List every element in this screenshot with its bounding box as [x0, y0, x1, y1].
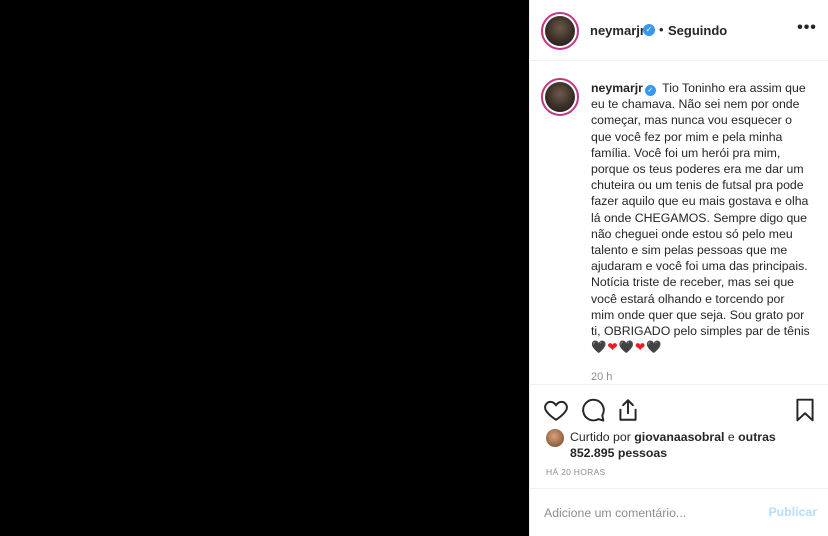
post-caption: neymarjr ✓ Tio Toninho era assim que eu t…: [591, 80, 811, 355]
liker-avatar[interactable]: [546, 429, 564, 447]
post-header: neymarjr ✓ • Seguindo •••: [530, 0, 828, 61]
black-heart-icon: 🖤: [591, 340, 608, 355]
caption-avatar[interactable]: [545, 82, 575, 112]
post-actions: Curtido por giovanaasobral e outras 852.…: [530, 384, 828, 488]
heart-like-icon[interactable]: [543, 397, 569, 423]
black-heart-icon: 🖤: [646, 340, 663, 355]
caption-text: Tio Toninho era assim que eu te chamava.…: [591, 81, 810, 339]
comment-bubble-icon[interactable]: [580, 397, 606, 423]
share-icon[interactable]: [615, 397, 641, 423]
likes-text: Curtido por giovanaasobral e outras 852.…: [570, 429, 810, 461]
red-heart-icon: ❤: [634, 340, 647, 355]
more-options-icon[interactable]: •••: [795, 18, 819, 42]
comments-area[interactable]: neymarjr ✓ Tio Toninho era assim que eu t…: [530, 62, 828, 384]
post-sidebar: neymarjr ✓ • Seguindo ••• neymarjr ✓ Tio …: [529, 0, 828, 536]
heart-emojis: 🖤❤🖤❤🖤: [591, 340, 663, 354]
separator-dot: •: [659, 22, 664, 37]
bookmark-save-icon[interactable]: [792, 397, 818, 423]
avatar[interactable]: [545, 16, 575, 46]
black-heart-icon: 🖤: [618, 340, 635, 355]
comment-input[interactable]: [544, 503, 754, 523]
publish-button[interactable]: Publicar: [768, 505, 817, 519]
caption-username-link[interactable]: neymarjr: [591, 81, 643, 95]
post-time-ago[interactable]: HÁ 20 HORAS: [546, 467, 606, 477]
add-comment-bar: Publicar: [530, 488, 828, 536]
liked-by-prefix: Curtido por: [570, 430, 631, 444]
verified-badge-icon: ✓: [643, 24, 655, 36]
caption-timestamp[interactable]: 20 h: [591, 371, 612, 383]
following-button[interactable]: Seguindo: [668, 23, 727, 38]
post-media[interactable]: [0, 0, 529, 536]
username-link[interactable]: neymarjr: [590, 23, 645, 38]
caption-verified-badge-icon: ✓: [644, 85, 656, 96]
liker-username-link[interactable]: giovanaasobral: [634, 430, 724, 444]
red-heart-icon: ❤: [607, 340, 619, 355]
likes-conjunction: e: [727, 430, 735, 444]
